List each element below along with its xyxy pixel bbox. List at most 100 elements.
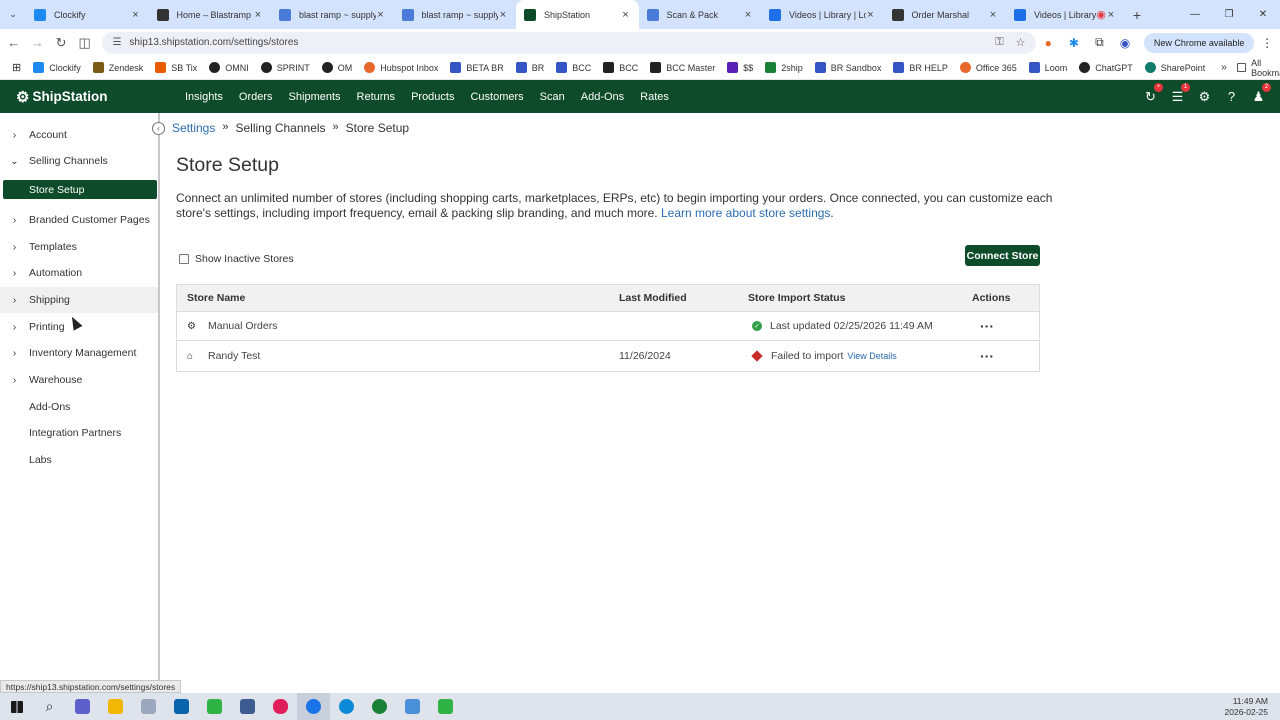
column-header-import-status[interactable]: Store Import Status	[738, 292, 958, 304]
tab-blast-ramp-1[interactable]: blast ramp ~ supply c ×	[271, 0, 394, 29]
table-row[interactable]: ⌂ Randy Test 11/26/2024 Failed to import…	[177, 341, 1039, 371]
edge-icon[interactable]	[330, 693, 363, 720]
search-icon[interactable]: ⌕	[33, 693, 66, 720]
password-key-icon[interactable]: ⚿	[995, 36, 1003, 49]
close-icon[interactable]: ×	[131, 9, 141, 21]
column-header-last-modified[interactable]: Last Modified	[608, 292, 738, 304]
back-icon[interactable]: ←	[2, 31, 26, 55]
sidebar-item-shipping[interactable]: › Shipping	[0, 287, 158, 313]
address-bar[interactable]: ☰ ship13.shipstation.com/settings/stores…	[102, 31, 1036, 54]
tab-shipstation[interactable]: ShipStation ×	[516, 0, 639, 29]
breadcrumb-settings[interactable]: Settings	[172, 121, 215, 135]
restore-icon[interactable]: ❐	[1212, 0, 1246, 29]
bookmark-beta-br[interactable]: BETA BR	[444, 62, 509, 73]
app-icon[interactable]	[396, 693, 429, 720]
bookmark-loom[interactable]: Loom	[1023, 62, 1074, 73]
nav-products[interactable]: Products	[403, 91, 462, 103]
8x8-icon[interactable]	[198, 693, 231, 720]
tab-clockify[interactable]: Clockify ×	[26, 0, 149, 29]
new-tab-button[interactable]: +	[1124, 0, 1150, 29]
help-icon[interactable]: ?	[1218, 89, 1245, 105]
bookmark-bcc[interactable]: BCC	[550, 62, 597, 73]
nav-insights[interactable]: Insights	[177, 91, 231, 103]
calculator-icon[interactable]	[231, 693, 264, 720]
profile-avatar-icon[interactable]: ◉	[1112, 36, 1138, 50]
url-text[interactable]: ship13.shipstation.com/settings/stores	[129, 37, 983, 48]
bookmark-bcc-2[interactable]: BCC	[597, 62, 644, 73]
start-button[interactable]	[0, 693, 33, 720]
close-icon[interactable]: ×	[498, 9, 508, 21]
tab-search-icon[interactable]: ⌄	[0, 0, 26, 29]
bookmark-2ship[interactable]: 2ship	[759, 62, 809, 73]
sidebar-item-warehouse[interactable]: › Warehouse	[0, 367, 158, 393]
bookmark-sprint[interactable]: SPRINT	[255, 62, 316, 73]
sidebar-item-labs[interactable]: Labs	[0, 447, 158, 473]
sidebar-item-account[interactable]: › Account	[0, 122, 158, 148]
chevron-more-icon[interactable]: »	[1211, 62, 1237, 73]
store-name[interactable]: Randy Test	[208, 350, 260, 362]
bookmark-br-sandbox[interactable]: BR Sandbox	[809, 62, 888, 73]
nav-scan[interactable]: Scan	[532, 91, 573, 103]
bookmark-sharepoint[interactable]: SharePoint	[1139, 62, 1212, 73]
connect-store-button[interactable]: Connect Store	[965, 245, 1040, 266]
bookmark-br[interactable]: BR	[510, 62, 551, 73]
extension-icon[interactable]: ✱	[1061, 36, 1087, 50]
side-panel-icon[interactable]: ◫	[73, 31, 97, 55]
bookmark-hubspot[interactable]: Hubspot Inbox	[358, 62, 444, 73]
nav-add-ons[interactable]: Add-Ons	[573, 91, 632, 103]
app-icon[interactable]	[132, 693, 165, 720]
sidebar-item-branded-customer-pages[interactable]: › Branded Customer Pages	[0, 207, 158, 233]
breadcrumb-selling-channels[interactable]: Selling Channels	[235, 121, 325, 135]
user-account-icon[interactable]: ♟ 2	[1245, 82, 1272, 105]
close-icon[interactable]: ×	[253, 9, 263, 21]
store-name[interactable]: Manual Orders	[208, 320, 277, 332]
close-icon[interactable]: ×	[1106, 9, 1116, 21]
system-clock[interactable]: 11:49 AM 2026-02-25	[1225, 696, 1280, 718]
bookmark-clockify[interactable]: Clockify	[27, 62, 87, 73]
reload-icon[interactable]: ↻	[49, 31, 73, 55]
tab-blastramp-home[interactable]: Home – Blastramp He ×	[149, 0, 272, 29]
minimize-icon[interactable]: —	[1178, 0, 1212, 29]
nav-shipments[interactable]: Shipments	[281, 91, 349, 103]
table-row[interactable]: ⚙ Manual Orders ✓ Last updated 02/25/202…	[177, 312, 1039, 341]
close-icon[interactable]: ×	[866, 9, 876, 21]
nav-customers[interactable]: Customers	[462, 91, 531, 103]
site-info-icon[interactable]: ☰	[112, 37, 121, 48]
sidebar-item-integration-partners[interactable]: Integration Partners	[0, 420, 158, 446]
show-inactive-checkbox[interactable]	[179, 254, 189, 264]
bookmark-star-icon[interactable]: ☆	[1016, 36, 1026, 49]
sidebar-item-inventory-management[interactable]: › Inventory Management	[0, 340, 158, 366]
orders-queue-icon[interactable]: ☰ 1	[1164, 82, 1191, 105]
teams-icon[interactable]	[66, 693, 99, 720]
settings-gear-icon[interactable]: ⚙	[1191, 89, 1218, 105]
tab-blast-ramp-2[interactable]: blast ramp ~ supply c ×	[394, 0, 517, 29]
extensions-puzzle-icon[interactable]: ⧉	[1087, 35, 1113, 50]
sidebar-item-selling-channels[interactable]: ⌄ Selling Channels	[0, 148, 158, 174]
slack-icon[interactable]	[264, 693, 297, 720]
bookmark-om[interactable]: OM	[316, 62, 359, 73]
view-details-link[interactable]: View Details	[847, 351, 896, 361]
forward-icon[interactable]: →	[26, 31, 50, 55]
recording-icon[interactable]: ◉	[1096, 8, 1106, 21]
bookmark-sb-tix[interactable]: SB Tix	[149, 62, 203, 73]
close-icon[interactable]: ×	[988, 9, 998, 21]
bookmark-br-help[interactable]: BR HELP	[887, 62, 954, 73]
outlook-icon[interactable]	[165, 693, 198, 720]
nav-rates[interactable]: Rates	[632, 91, 677, 103]
bookmark-zendesk[interactable]: Zendesk	[87, 62, 150, 73]
chrome-icon[interactable]	[297, 693, 330, 720]
bookmark-chatgpt[interactable]: ChatGPT	[1073, 62, 1139, 73]
tab-videos-library-1[interactable]: Videos | Library | Loo ×	[761, 0, 884, 29]
bookmark-dollars[interactable]: $$	[721, 62, 759, 73]
chrome-menu-icon[interactable]: ⋮	[1254, 36, 1280, 50]
tab-scan-pack[interactable]: Scan & Pack ×	[639, 0, 762, 29]
learn-more-link[interactable]: Learn more about store settings	[661, 206, 830, 220]
collapse-sidebar-icon[interactable]: ‹	[152, 122, 165, 135]
tab-order-marshal[interactable]: Order Marshal ×	[884, 0, 1007, 29]
nav-returns[interactable]: Returns	[349, 91, 404, 103]
shipstation-logo[interactable]: ⚙ ShipStation	[0, 88, 177, 106]
chrome-profile-icon[interactable]	[363, 693, 396, 720]
close-window-icon[interactable]: ✕	[1246, 0, 1280, 29]
chrome-update-button[interactable]: New Chrome available	[1143, 32, 1255, 53]
bookmark-office-365[interactable]: Office 365	[954, 62, 1023, 73]
